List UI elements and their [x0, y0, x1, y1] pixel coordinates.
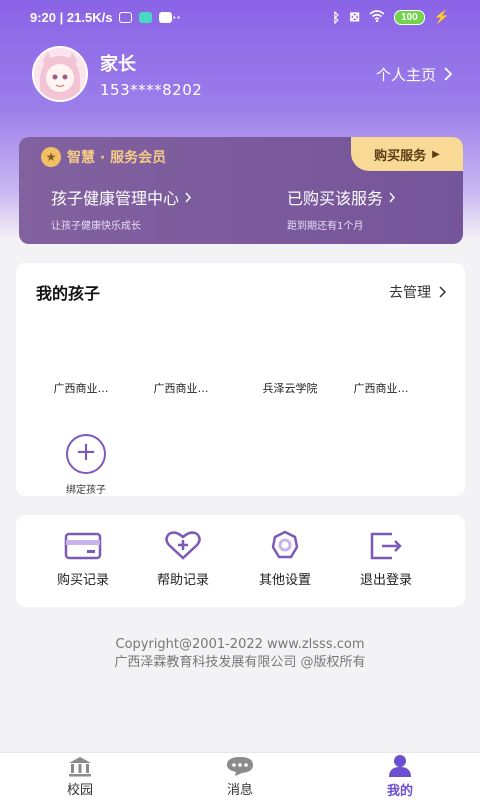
- tab-messages[interactable]: 消息: [160, 753, 320, 800]
- manage-button[interactable]: 去管理: [389, 282, 446, 302]
- star-badge-icon: ★: [41, 147, 61, 167]
- bluetooth-icon: ᛒ: [332, 9, 341, 25]
- expiry-text: 距到期还有1个月: [287, 221, 364, 232]
- action-label: 购买记录: [56, 573, 109, 588]
- user-phone: 153****8202: [100, 80, 203, 99]
- tab-label: 消息: [226, 783, 253, 798]
- purchase-records-button[interactable]: 购买记录: [38, 529, 128, 588]
- company-line: 广西泽霖教育科技发展有限公司 @版权所有: [114, 655, 366, 670]
- action-label: 退出登录: [359, 573, 412, 588]
- profile-section[interactable]: 家长 153****8202 个人主页: [32, 46, 452, 102]
- card-icon: [64, 532, 102, 560]
- heart-plus-icon: [165, 531, 201, 560]
- purchased-service-link[interactable]: 已购买该服务 距到期还有1个月: [287, 185, 395, 232]
- child-item[interactable]: 广西商业…: [331, 380, 431, 396]
- tab-campus[interactable]: 校园: [0, 753, 160, 800]
- app-notification-icon: [139, 11, 153, 23]
- mute-icon: ⊠: [349, 9, 361, 24]
- vip-service-card: ★ 智慧 · 服务会员 购买服务 ▶ 孩子健康管理中心 让孩子健康快乐成长 已购…: [19, 137, 463, 244]
- tab-label: 我的: [386, 784, 413, 799]
- chevron-right-icon: [444, 67, 452, 81]
- status-speed: 21.5K/s: [66, 9, 113, 25]
- app-notification-icon-2: [159, 11, 173, 23]
- chevron-right-icon: [185, 192, 191, 202]
- campus-icon: [69, 757, 91, 777]
- buy-service-button[interactable]: 购买服务 ▶: [351, 137, 463, 171]
- my-children-title: 我的孩子: [36, 284, 101, 303]
- tab-mine[interactable]: 我的: [320, 753, 480, 800]
- battery-icon: 100: [394, 9, 425, 25]
- homepage-label: 个人主页: [375, 65, 436, 84]
- health-center-title: 孩子健康管理中心: [51, 189, 180, 208]
- personal-homepage-link[interactable]: 个人主页: [376, 64, 452, 85]
- bind-child-label: 绑定孩子: [66, 485, 106, 496]
- manage-label: 去管理: [389, 285, 431, 301]
- gear-icon: [271, 530, 299, 559]
- copyright-footer: Copyright@2001-2022 www.zlsss.com 广西泽霖教育…: [0, 636, 480, 672]
- status-time: 9:20: [30, 9, 57, 25]
- buy-service-label: 购买服务: [374, 148, 427, 164]
- vip-title: 智慧 · 服务会员: [67, 150, 167, 166]
- child-item[interactable]: 广西商业…: [131, 380, 231, 396]
- logout-icon: [370, 532, 402, 560]
- action-label: 其他设置: [258, 573, 311, 588]
- charging-icon: ⚡: [433, 9, 450, 24]
- chat-icon: [227, 757, 253, 776]
- status-bar: 9:20 | 21.5K/s ·· ᛒ ⊠ 100 ⚡: [30, 9, 450, 25]
- avatar[interactable]: [32, 46, 88, 102]
- plus-icon: +: [66, 434, 106, 474]
- child-item[interactable]: 兵泽云学院: [240, 380, 340, 396]
- chevron-right-icon: [389, 192, 395, 202]
- chevron-right-icon: [439, 286, 446, 298]
- logout-button[interactable]: 退出登录: [341, 529, 431, 588]
- help-records-button[interactable]: 帮助记录: [138, 529, 228, 588]
- action-label: 帮助记录: [156, 573, 209, 588]
- tab-label: 校园: [66, 783, 93, 798]
- user-name: 家长: [100, 53, 136, 75]
- copyright-line: Copyright@2001-2022 www.zlsss.com: [115, 637, 365, 652]
- bottom-tab-bar: 校园 消息 我的: [0, 752, 480, 800]
- user-icon: [389, 755, 411, 777]
- child-item[interactable]: 广西商业…: [31, 380, 131, 396]
- bind-child-button[interactable]: + 绑定孩子: [56, 434, 116, 496]
- wifi-icon: [369, 9, 385, 25]
- purchased-service-title: 已购买该服务: [287, 189, 384, 208]
- notification-icon: [119, 11, 133, 23]
- other-settings-button[interactable]: 其他设置: [240, 529, 330, 588]
- health-center-link[interactable]: 孩子健康管理中心 让孩子健康快乐成长: [51, 185, 191, 232]
- health-center-subtitle: 让孩子健康快乐成长: [51, 221, 141, 232]
- play-arrow-icon: ▶: [432, 148, 440, 160]
